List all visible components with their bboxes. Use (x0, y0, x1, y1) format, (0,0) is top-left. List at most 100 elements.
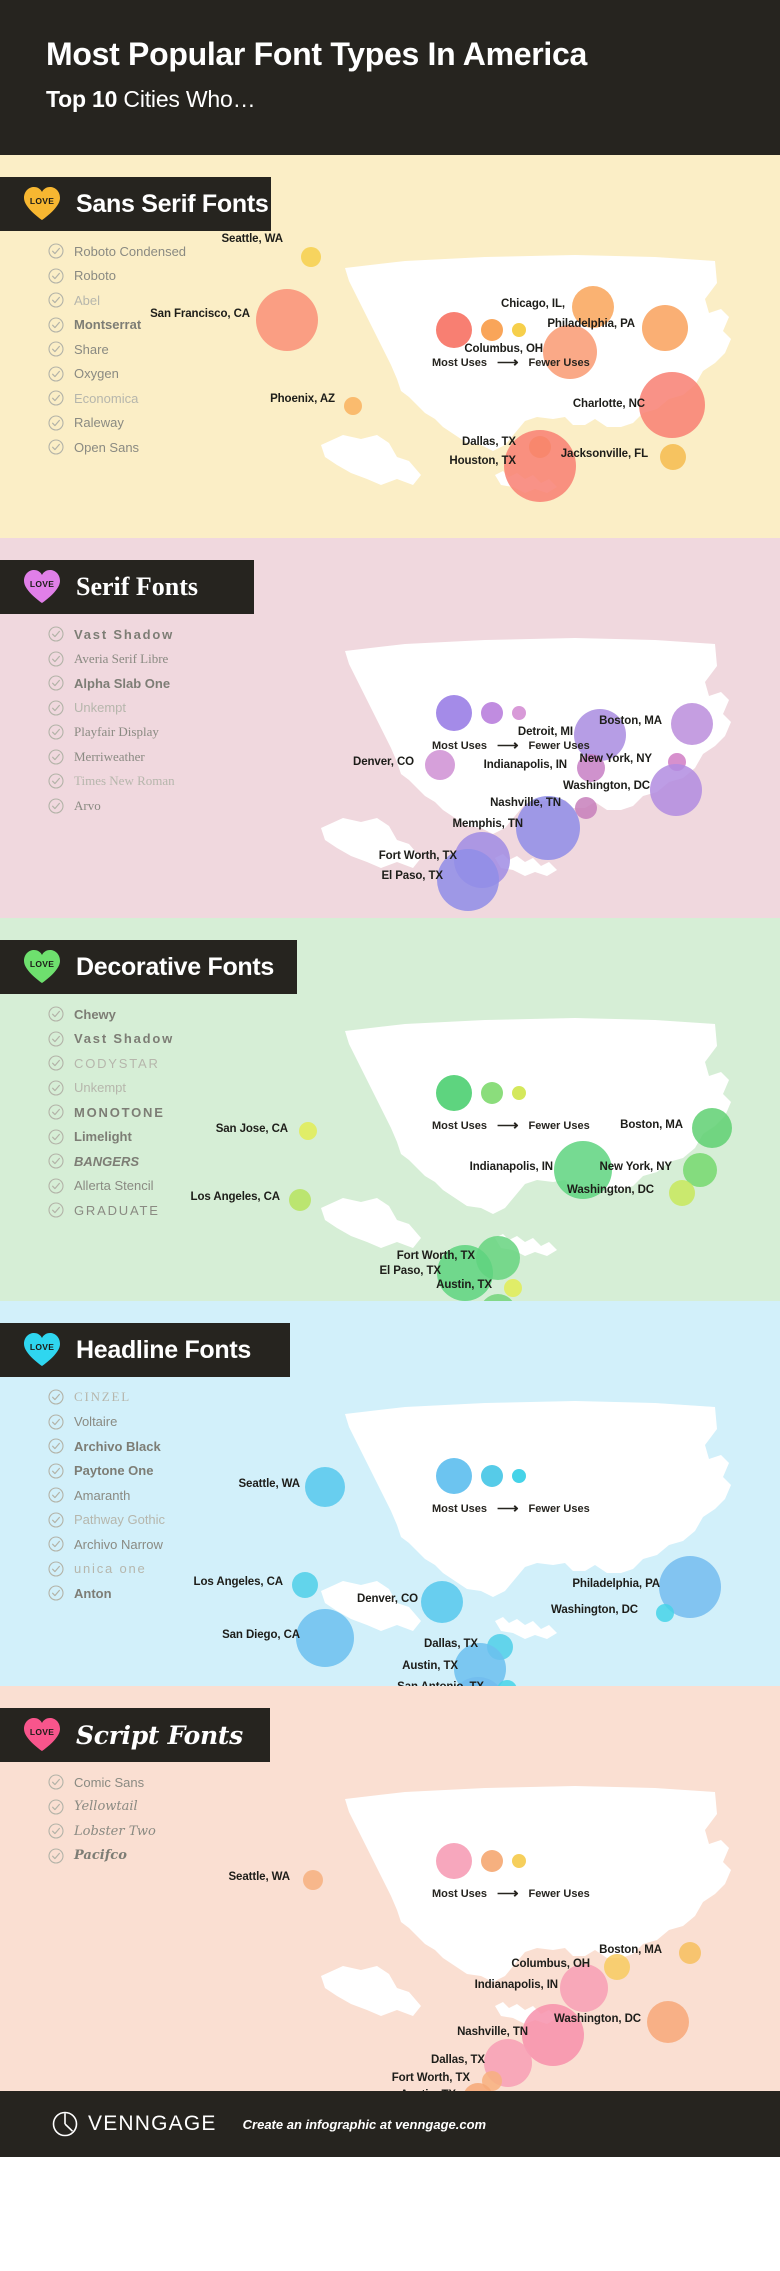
city-bubble (504, 1279, 522, 1297)
font-name: Unkempt (74, 1080, 127, 1096)
section-body-headline: LOVE Headline Fonts CINZEL Voltaire Archivo … (0, 1301, 780, 1686)
city-label: Denver, CO (357, 1593, 418, 1605)
font-list-headline: CINZEL Voltaire Archivo Black Paytone One Am… (48, 1385, 165, 1606)
check-circle-icon (48, 1536, 64, 1552)
city-bubble (604, 1954, 630, 1980)
legend-caption: Most Uses ⟶ Fewer Uses (432, 1501, 590, 1516)
check-circle-icon (48, 651, 64, 667)
city-bubble (344, 397, 362, 415)
font-list-item: CODYSTAR (48, 1051, 174, 1076)
city-bubble (650, 764, 702, 816)
font-name: Pathway Gothic (74, 1512, 166, 1528)
legend-bubble (436, 1075, 472, 1111)
city-label: Philadelphia, PA (572, 1578, 660, 1590)
city-label: Austin, TX (436, 1279, 492, 1291)
city-bubble (575, 797, 597, 819)
section-title-headline: Headline Fonts (76, 1335, 251, 1364)
footer: VENNGAGE Create an infographic at vennga… (0, 2091, 780, 2157)
font-list-item: Arvo (48, 794, 175, 819)
city-label: Boston, MA (620, 1119, 683, 1131)
legend-bubble (481, 702, 503, 724)
font-list-item: Playfair Display (48, 720, 175, 745)
size-legend: Most Uses ⟶ Fewer Uses (432, 1453, 590, 1516)
font-list-item: Vast Shadow (48, 622, 175, 647)
font-list-item: Lobster Two (48, 1819, 156, 1844)
city-bubble (301, 247, 321, 267)
font-name: Archivo Narrow (74, 1536, 163, 1552)
font-list-item: GRADUATE (48, 1198, 174, 1223)
font-name: Vast Shadow (74, 626, 174, 642)
city-label: Indianapolis, IN (469, 1161, 553, 1173)
font-list-item: Allerta Stencil (48, 1174, 174, 1199)
legend-bubble (512, 1086, 526, 1100)
legend-fewer-label: Fewer Uses (528, 356, 590, 369)
legend-bubbles (432, 307, 535, 353)
legend-fewer-label: Fewer Uses (528, 1119, 590, 1132)
city-bubble (679, 1942, 701, 1964)
arrow-right-icon: ⟶ (497, 354, 519, 371)
subtitle-rest: Cities Who… (123, 85, 256, 112)
subtitle-strong: Top 10 (46, 85, 118, 112)
city-label: Fort Worth, TX (391, 2072, 470, 2084)
city-bubble (256, 289, 318, 351)
arrow-right-icon: ⟶ (497, 1885, 519, 1902)
city-label: Boston, MA (599, 715, 662, 727)
city-label: Los Angeles, CA (193, 1576, 284, 1588)
city-label: Los Angeles, CA (190, 1191, 281, 1203)
section-header-script: LOVE Script Fonts (0, 1708, 270, 1762)
font-list-item: Amaranth (48, 1483, 165, 1508)
city-label: San Antonio, TX (397, 1681, 484, 1686)
legend-bubbles (432, 690, 535, 736)
check-circle-icon (48, 1389, 64, 1405)
heart-icon: LOVE (22, 186, 62, 222)
check-circle-icon (48, 1512, 64, 1528)
font-list-decorative: Chewy Vast Shadow CODYSTAR Unkempt MONOTONE L… (48, 1002, 174, 1223)
city-label: New York, NY (579, 753, 652, 765)
font-list-item: Open Sans (48, 435, 186, 460)
venngage-logo[interactable]: VENNGAGE (52, 2111, 217, 2137)
section-serif: LOVE Serif Fonts Vast Shadow Averia Serif L… (0, 538, 780, 918)
font-name: Vast Shadow (74, 1031, 174, 1047)
city-label: Indianapolis, IN (474, 1979, 558, 1991)
font-list-item: Voltaire (48, 1410, 165, 1435)
city-bubble (425, 750, 455, 780)
arrow-right-icon: ⟶ (497, 1117, 519, 1134)
city-bubble (669, 1180, 695, 1206)
legend-fewer-label: Fewer Uses (528, 739, 590, 752)
font-list-item: BANGERS (48, 1149, 174, 1174)
check-circle-icon (48, 1561, 64, 1577)
city-bubble (289, 1189, 311, 1211)
city-label: Columbus, OH (511, 1958, 590, 1970)
size-legend: Most Uses ⟶ Fewer Uses (432, 307, 590, 370)
font-name: Voltaire (74, 1414, 118, 1430)
usa-map (285, 596, 755, 914)
city-bubble (656, 1604, 674, 1622)
heart-icon: LOVE (22, 949, 62, 985)
font-name: Times New Roman (74, 773, 175, 789)
font-name: Yellowtail (74, 1799, 138, 1815)
section-decorative: LOVE Decorative Fonts Chewy Vast Shadow CODY… (0, 918, 780, 1301)
legend-bubble (512, 323, 526, 337)
font-name: Amaranth (74, 1487, 131, 1503)
city-bubble (299, 1122, 317, 1140)
section-title-decorative: Decorative Fonts (76, 952, 275, 981)
city-bubble (303, 1870, 323, 1890)
legend-bubble (436, 1843, 472, 1879)
check-circle-icon (48, 243, 64, 259)
footer-tagline: Create an infographic at venngage.com (242, 2116, 487, 2132)
city-label: Memphis, TN (452, 818, 524, 830)
font-list-item: Raleway (48, 411, 186, 436)
city-bubble (421, 1581, 463, 1623)
font-list-item: Economica (48, 386, 186, 411)
font-list-item: Limelight (48, 1125, 174, 1150)
font-name: Raleway (74, 415, 124, 431)
check-circle-icon (48, 415, 64, 431)
arrow-right-icon: ⟶ (497, 737, 519, 754)
masthead: Most Popular Font Types In America Top 1… (0, 0, 780, 155)
city-label: Charlotte, NC (572, 398, 645, 410)
check-circle-icon (48, 1031, 64, 1047)
city-bubble (660, 444, 686, 470)
font-list-item: Share (48, 337, 186, 362)
section-script: LOVE Script Fonts Comic Sans Yellowtail Lobs… (0, 1686, 780, 2091)
font-name: Anton (74, 1585, 112, 1601)
